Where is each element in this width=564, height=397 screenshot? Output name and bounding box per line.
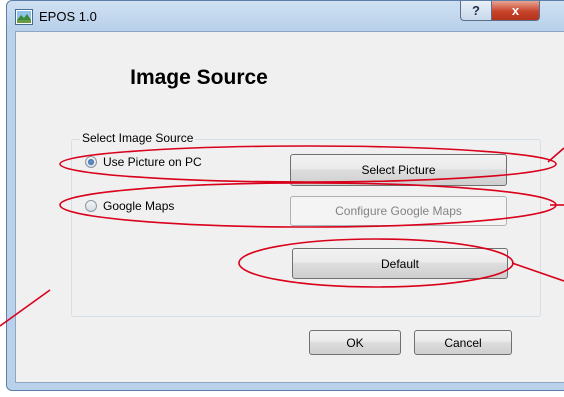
dialog-body: Image Source Select Image Source Use Pic…	[15, 31, 564, 383]
radio-google-maps[interactable]: Google Maps	[85, 199, 174, 213]
radio-unselected-icon	[85, 200, 97, 212]
ok-button[interactable]: OK	[309, 330, 401, 355]
close-button[interactable]: x	[491, 1, 540, 21]
help-button[interactable]: ?	[460, 1, 492, 21]
dialog-window: EPOS 1.0 ? x Image Source Select Image S…	[6, 0, 564, 391]
cancel-button[interactable]: Cancel	[414, 330, 512, 355]
default-button[interactable]: Default	[292, 248, 508, 279]
group-label: Select Image Source	[80, 131, 196, 145]
radio-label-google-maps: Google Maps	[103, 199, 175, 213]
window-title: EPOS 1.0	[39, 9, 97, 24]
help-icon: ?	[472, 3, 480, 18]
radio-label-use-picture: Use Picture on PC	[103, 155, 202, 169]
radio-selected-icon	[85, 156, 97, 168]
page-title: Image Source	[130, 66, 268, 89]
app-icon	[15, 9, 33, 25]
configure-google-maps-button[interactable]: Configure Google Maps	[290, 196, 507, 226]
title-bar[interactable]: EPOS 1.0 ? x	[7, 1, 564, 31]
radio-use-picture-on-pc[interactable]: Use Picture on PC	[85, 155, 202, 169]
close-icon: x	[511, 3, 520, 18]
select-picture-button[interactable]: Select Picture	[290, 154, 507, 186]
